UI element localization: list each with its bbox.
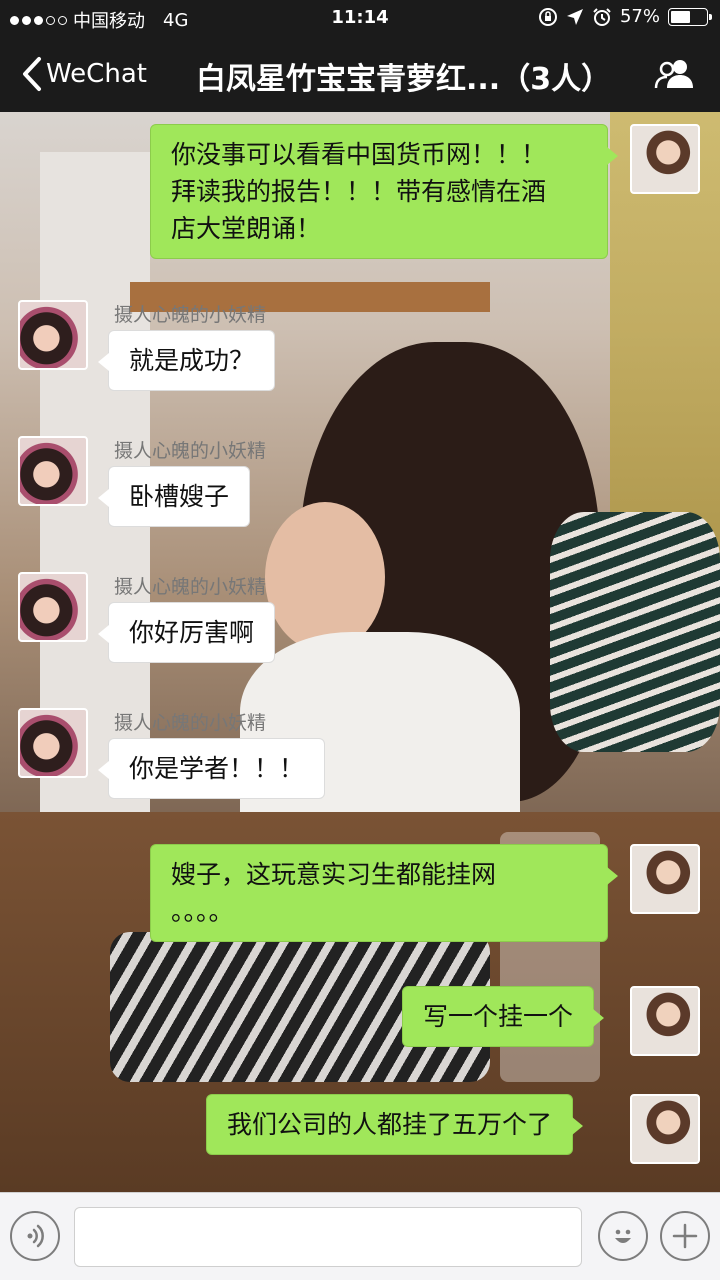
- contact-avatar[interactable]: [18, 708, 88, 778]
- message-text: 写一个挂一个: [423, 1002, 574, 1031]
- my-avatar[interactable]: [630, 844, 700, 914]
- sender-name: 摄人心魄的小妖精: [114, 304, 267, 326]
- message-text: 卧槽嫂子: [129, 482, 230, 511]
- my-avatar[interactable]: [630, 986, 700, 1056]
- background-person-top: [240, 632, 520, 832]
- sender-name: 摄人心魄的小妖精: [114, 712, 267, 734]
- status-bar: 中国移动 4G 11:14 57%: [0, 0, 720, 36]
- message-text: 就是成功？: [129, 346, 255, 375]
- message-text-line: 。。。。: [171, 897, 234, 926]
- background-person-shirt: [550, 512, 720, 752]
- battery-percent: 57%: [619, 6, 660, 27]
- location-icon: [566, 8, 583, 25]
- sender-name: 摄人心魄的小妖精: [114, 576, 267, 598]
- message-bubble-received[interactable]: 就是成功？: [97, 330, 276, 391]
- message-input[interactable]: [74, 1207, 582, 1267]
- background-person-face: [265, 502, 385, 652]
- contact-avatar[interactable]: [18, 572, 88, 642]
- chevron-left-icon: [23, 57, 41, 91]
- input-bar: [0, 1192, 720, 1280]
- chat-history[interactable]: 你没事可以看看中国货币网！！！ 拜读我的报告！！！带有感情在酒 店大堂朗诵！ 摄…: [0, 112, 720, 1192]
- message-text-line: 拜读我的报告！！！带有感情在酒: [171, 177, 547, 206]
- group-members-icon: [654, 60, 693, 89]
- my-avatar[interactable]: [630, 124, 700, 194]
- voice-icon: [27, 1224, 44, 1248]
- emoji-icon: [615, 1229, 631, 1243]
- group-members-button[interactable]: [654, 58, 696, 94]
- message-bubble-sent[interactable]: 写一个挂一个: [402, 986, 605, 1047]
- sender-name: 摄人心魄的小妖精: [114, 440, 267, 462]
- message-bubble-received[interactable]: 你是学者！！！: [97, 738, 326, 799]
- message-text: 我们公司的人都挂了五万个了: [227, 1110, 553, 1139]
- message-bubble-sent[interactable]: 你没事可以看看中国货币网！！！ 拜读我的报告！！！带有感情在酒 店大堂朗诵！: [150, 124, 618, 259]
- contact-avatar[interactable]: [18, 436, 88, 506]
- contact-avatar[interactable]: [18, 300, 88, 370]
- message-text-line: 嫂子，这玩意实习生都能挂网: [171, 860, 497, 889]
- my-avatar[interactable]: [630, 1094, 700, 1164]
- status-right: 57%: [538, 6, 712, 27]
- voice-button[interactable]: [10, 1211, 60, 1261]
- chat-title: 白凤星竹宝宝青萝红...（3人）: [196, 62, 612, 97]
- message-text-line: 你没事可以看看中国货币网！！！: [171, 140, 547, 169]
- plus-icon: [672, 1223, 698, 1249]
- message-text: 你好厉害啊: [129, 618, 255, 647]
- back-button[interactable]: WeChat: [22, 56, 147, 92]
- rotation-lock-icon: [538, 7, 557, 26]
- message-text-line: 店大堂朗诵！: [171, 214, 322, 243]
- message-bubble-received[interactable]: 卧槽嫂子: [97, 466, 251, 527]
- emoji-button[interactable]: [598, 1211, 648, 1261]
- add-button[interactable]: [660, 1211, 710, 1261]
- alarm-icon: [593, 7, 611, 26]
- back-label: WeChat: [46, 59, 147, 89]
- message-bubble-received[interactable]: 你好厉害啊: [97, 602, 276, 663]
- message-text: 你是学者！！！: [129, 754, 305, 783]
- message-bubble-sent[interactable]: 我们公司的人都挂了五万个了: [206, 1094, 584, 1155]
- message-bubble-sent[interactable]: 嫂子，这玩意实习生都能挂网 。。。。: [150, 844, 618, 942]
- battery-icon: [668, 7, 712, 26]
- navigation-bar: WeChat 白凤星竹宝宝青萝红...（3人）: [0, 36, 720, 112]
